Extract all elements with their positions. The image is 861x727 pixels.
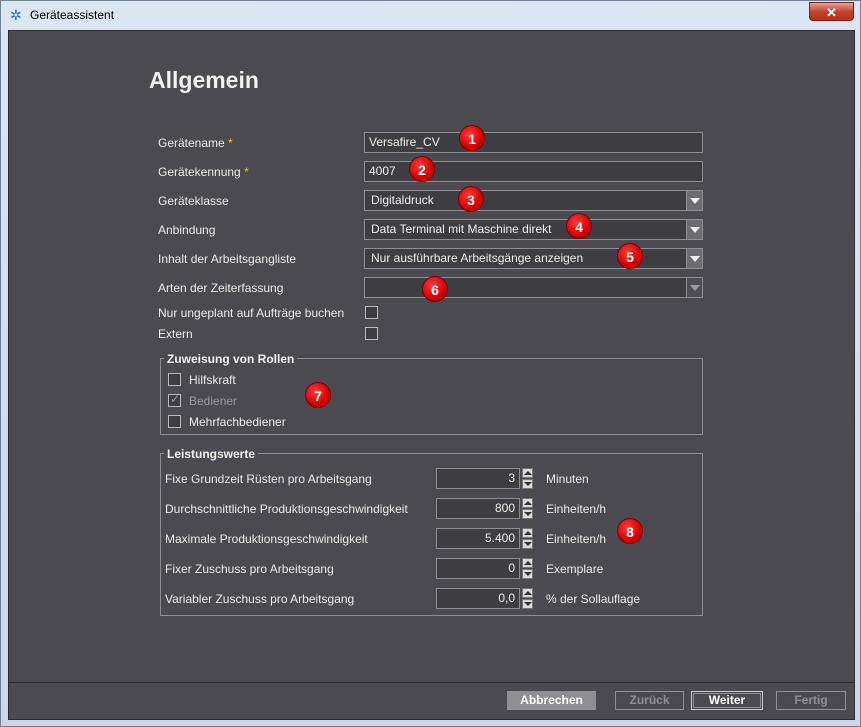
unplanned-only-checkbox[interactable] <box>365 306 378 319</box>
gear-app-icon: ✲ <box>10 7 22 23</box>
unplanned-only-label: Nur ungeplant auf Aufträge buchen <box>158 306 345 320</box>
connection-select[interactable]: Data Terminal mit Maschine direkt <box>364 219 703 240</box>
role-hilfskraft-checkbox[interactable] <box>168 373 181 386</box>
perf-variable-extra-input[interactable]: 0,0 <box>436 588 520 609</box>
role-hilfskraft-label: Hilfskraft <box>189 373 236 387</box>
arrow-up-icon[interactable] <box>522 468 533 478</box>
time-recording-label: Arten der Zeiterfassung <box>158 281 284 295</box>
arrow-down-icon[interactable] <box>522 569 533 579</box>
role-bediener-label: Bediener <box>189 394 238 408</box>
perf-avg-speed-input[interactable]: 800 <box>436 498 520 519</box>
callout-badge-2: 2 <box>409 156 435 182</box>
device-class-label: Geräteklasse <box>158 194 229 208</box>
perf-avg-speed-unit: Einheiten/h <box>546 502 607 516</box>
perf-max-speed-label: Maximale Produktionsgeschwindigkeit <box>165 532 368 546</box>
connection-label: Anbindung <box>158 223 216 237</box>
perf-setup-time-label: Fixe Grundzeit Rüsten pro Arbeitsgang <box>165 472 372 486</box>
chevron-down-icon[interactable] <box>686 191 702 210</box>
perf-fixed-extra-label: Fixer Zuschuss pro Arbeitsgang <box>165 562 334 576</box>
arrow-down-icon[interactable] <box>522 599 533 609</box>
performance-group-title: Leistungswerte <box>164 447 259 461</box>
perf-variable-extra-unit: % der Sollauflage <box>546 592 641 606</box>
role-mehrfachbediener-checkbox[interactable] <box>168 415 181 428</box>
role-mehrfachbediener-label: Mehrfachbediener <box>189 415 286 429</box>
external-checkbox[interactable] <box>365 327 378 340</box>
device-id-label: Gerätekennung * <box>158 165 249 179</box>
roles-group-title: Zuweisung von Rollen <box>164 352 298 366</box>
device-class-value: Digitaldruck <box>371 193 434 207</box>
callout-badge-3: 3 <box>458 186 484 212</box>
arrow-up-icon[interactable] <box>522 498 533 508</box>
arrow-up-icon[interactable] <box>522 528 533 538</box>
wizard-window: ✲ Geräteassistent ✕ Allgemein Gerätename… <box>0 0 861 727</box>
operation-list-label: Inhalt der Arbeitsgangliste <box>158 252 297 266</box>
perf-setup-time-stepper[interactable] <box>522 468 533 489</box>
external-label: Extern <box>158 327 193 341</box>
perf-avg-speed-label: Durchschnittliche Produktionsgeschwindig… <box>165 502 408 516</box>
title-bar: ✲ Geräteassistent ✕ <box>1 1 860 29</box>
close-button[interactable]: ✕ <box>809 2 854 21</box>
device-name-label: Gerätename * <box>158 136 233 150</box>
perf-setup-time-unit: Minuten <box>546 472 589 486</box>
operation-list-value: Nur ausführbare Arbeitsgänge anzeigen <box>371 251 584 265</box>
callout-badge-8: 8 <box>617 518 643 544</box>
chevron-down-icon[interactable] <box>686 278 702 297</box>
required-mark: * <box>244 165 249 179</box>
arrow-up-icon[interactable] <box>522 558 533 568</box>
time-recording-select[interactable] <box>364 277 703 298</box>
perf-max-speed-unit: Einheiten/h <box>546 532 607 546</box>
arrow-down-icon[interactable] <box>522 509 533 519</box>
device-name-input[interactable]: Versafire_CV <box>364 132 703 153</box>
callout-badge-1: 1 <box>459 125 485 151</box>
perf-max-speed-input[interactable]: 5.400 <box>436 528 520 549</box>
chevron-down-icon[interactable] <box>686 249 702 268</box>
window-title: Geräteassistent <box>30 8 115 22</box>
arrow-down-icon[interactable] <box>522 539 533 549</box>
perf-fixed-extra-stepper[interactable] <box>522 558 533 579</box>
perf-variable-extra-stepper[interactable] <box>522 588 533 609</box>
perf-fixed-extra-input[interactable]: 0 <box>436 558 520 579</box>
role-bediener-checkbox[interactable] <box>168 392 181 407</box>
arrow-down-icon[interactable] <box>522 479 533 489</box>
operation-list-select[interactable]: Nur ausführbare Arbeitsgänge anzeigen <box>364 248 703 269</box>
page-title: Allgemein <box>149 67 259 93</box>
perf-fixed-extra-unit: Exemplare <box>546 562 604 576</box>
finish-button[interactable]: Fertig <box>776 691 846 710</box>
callout-badge-5: 5 <box>617 243 643 269</box>
next-button[interactable]: Weiter <box>691 691 763 710</box>
cancel-button[interactable]: Abbrechen <box>507 691 596 710</box>
arrow-up-icon[interactable] <box>522 588 533 598</box>
perf-max-speed-stepper[interactable] <box>522 528 533 549</box>
callout-badge-7: 7 <box>305 382 331 408</box>
required-mark: * <box>228 136 233 150</box>
footer-divider <box>8 682 855 683</box>
device-class-select[interactable]: Digitaldruck <box>364 190 703 211</box>
perf-avg-speed-stepper[interactable] <box>522 498 533 519</box>
callout-badge-6: 6 <box>422 276 448 302</box>
perf-variable-extra-label: Variabler Zuschuss pro Arbeitsgang <box>165 592 355 606</box>
back-button[interactable]: Zurück <box>615 691 684 710</box>
chevron-down-icon[interactable] <box>686 220 702 239</box>
connection-value: Data Terminal mit Maschine direkt <box>371 222 552 236</box>
callout-badge-4: 4 <box>566 213 592 239</box>
perf-setup-time-input[interactable]: 3 <box>436 468 520 489</box>
